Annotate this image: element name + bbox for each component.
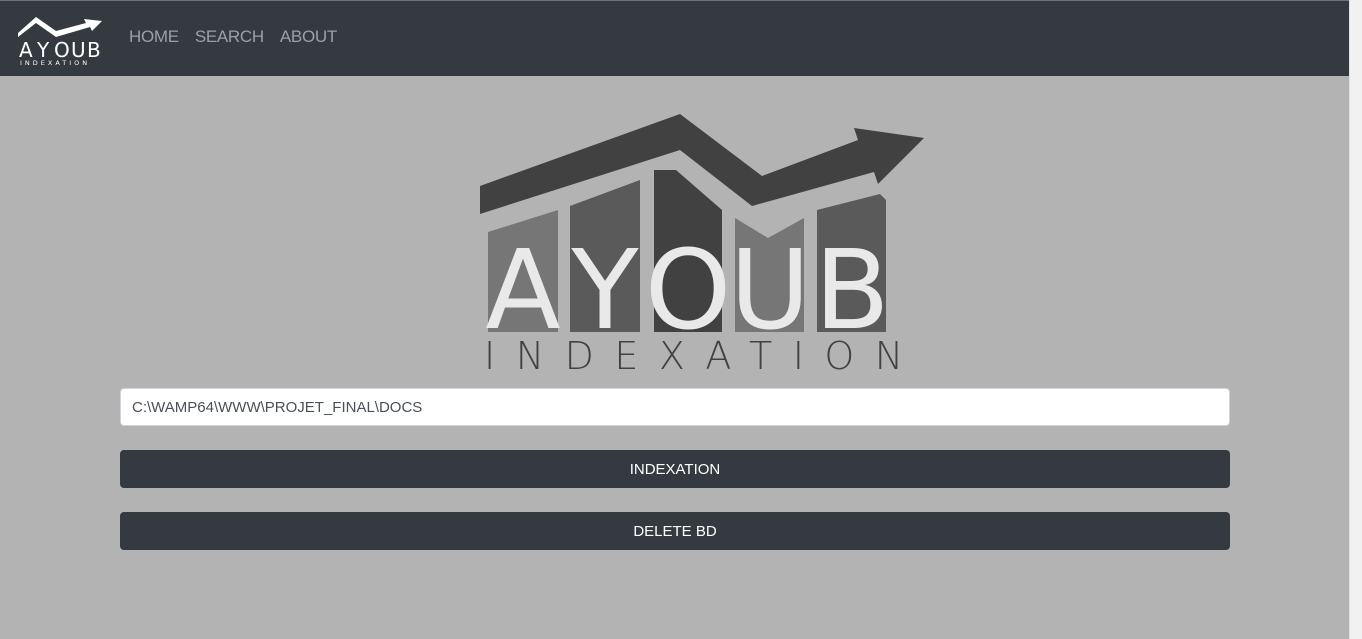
nav-link-search[interactable]: SEARCH (195, 27, 264, 47)
nav-link-home[interactable]: HOME (129, 27, 179, 47)
nav-links: HOME SEARCH ABOUT (129, 27, 337, 47)
nav-link-about[interactable]: ABOUT (280, 27, 337, 47)
delete-db-button[interactable]: DELETE BD (120, 512, 1230, 550)
indexation-button[interactable]: INDEXATION (120, 450, 1230, 488)
svg-text:INDEXATION: INDEXATION (484, 334, 924, 374)
brand-logo-icon[interactable]: A Y O U B INDEXATION (16, 13, 104, 67)
svg-text:INDEXATION: INDEXATION (20, 59, 90, 67)
hero-logo-icon: A Y O U B INDEXATION (480, 114, 924, 374)
navbar: A Y O U B INDEXATION HOME SEARCH ABOUT (0, 0, 1349, 76)
vertical-scrollbar[interactable] (1349, 0, 1362, 639)
folder-path-input[interactable] (120, 388, 1230, 426)
